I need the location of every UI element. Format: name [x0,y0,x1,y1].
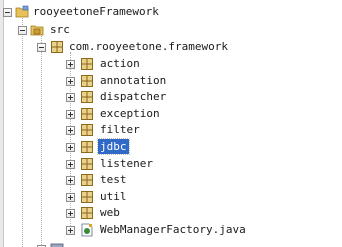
project-folder-icon [15,5,29,18]
collapse-toggle[interactable] [3,8,12,17]
expand-toggle[interactable] [66,159,75,169]
package-icon [81,74,93,87]
expand-toggle[interactable] [66,109,75,119]
tree-item-action[interactable]: action [0,55,342,72]
package-icon [81,107,93,120]
tree-item-label: com.rooyeetone.framework [69,40,228,53]
tree-item-label: rooyeetoneFramework [33,5,159,18]
expand-toggle[interactable] [66,209,75,219]
tree-item-label: action [100,57,140,70]
tree-item-src[interactable]: src [0,21,342,38]
expand-toggle[interactable] [66,226,75,235]
tree-item-label: util [100,189,127,203]
tree-item-package[interactable]: com.rooyeetone.framework [0,38,342,55]
tree-item-listener[interactable]: listener [0,155,342,172]
expand-toggle[interactable] [66,76,75,86]
expand-toggle[interactable] [66,126,75,136]
tree-item-dispatcher[interactable]: dispatcher [0,88,342,105]
package-icon [81,174,93,187]
package-icon [81,141,93,153]
source-folder-icon [30,25,44,36]
tree-item-util[interactable]: util [0,188,342,205]
library-icon [50,243,64,247]
tree-item-label: src [50,23,70,36]
package-icon [81,124,93,137]
tree-item-label: filter [100,123,140,137]
tree-item-webmanagerfactory-java[interactable]: WebManagerFactory.java [0,221,342,238]
tree-item-test[interactable]: test [0,171,342,188]
collapse-toggle[interactable] [37,43,46,52]
tree-item-filter[interactable]: filter [0,121,342,138]
tree-item-label: jdbc [97,138,130,155]
package-icon [81,58,93,70]
tree-item-label: dispatcher [100,90,167,104]
tree-item-partial [0,240,342,247]
tree-item-label: test [100,173,127,187]
expand-toggle[interactable] [66,60,75,69]
expand-toggle[interactable] [66,143,75,152]
tree-item-project[interactable]: rooyeetoneFramework [0,3,342,20]
expand-toggle[interactable] [66,192,75,202]
expand-toggle[interactable] [66,176,75,186]
collapse-toggle[interactable] [18,26,27,35]
expand-toggle[interactable] [66,93,75,103]
java-file-icon [81,223,93,237]
tree-item-web[interactable]: web [0,204,342,221]
package-icon [81,91,93,104]
package-icon [81,157,93,170]
tree-item-label: WebManagerFactory.java [100,223,246,236]
tree-item-jdbc[interactable]: jdbc [0,138,342,155]
package-icon [81,190,93,203]
tree-item-label: listener [100,156,153,170]
package-icon [81,207,93,220]
tree-item-label: annotation [100,73,167,87]
tree-item-exception[interactable]: exception [0,105,342,122]
tree-item-label: web [100,206,120,220]
tree-item-annotation[interactable]: annotation [0,72,342,89]
tree-item-label: exception [100,106,160,120]
package-icon [51,41,63,53]
